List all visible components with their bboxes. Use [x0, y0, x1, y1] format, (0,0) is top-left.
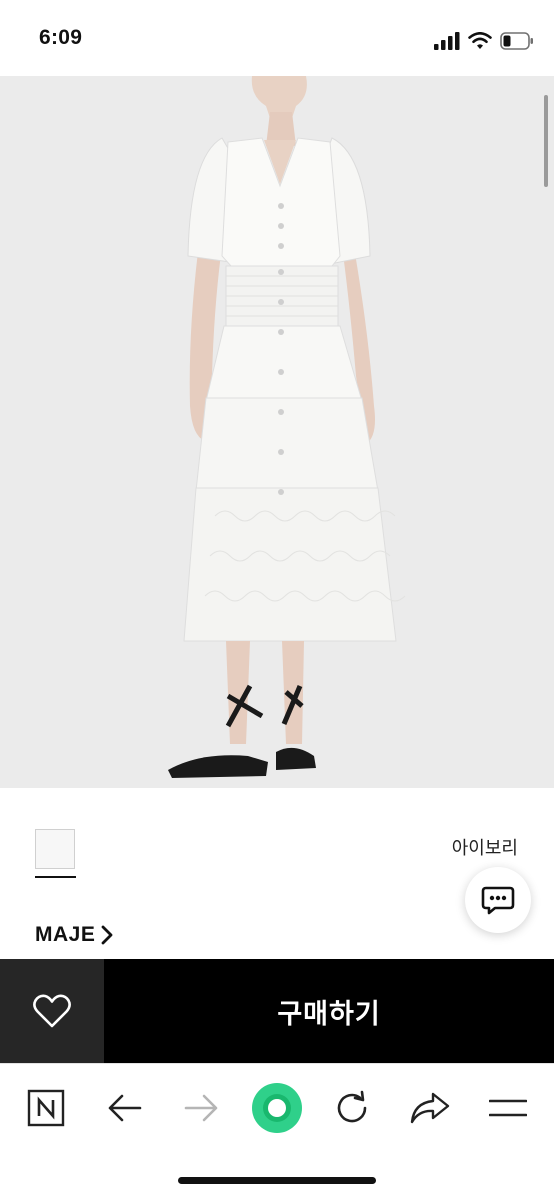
share-icon — [410, 1092, 450, 1124]
naver-n-icon — [27, 1089, 65, 1127]
home-indicator — [178, 1177, 376, 1184]
product-photo-illustration — [0, 76, 554, 788]
status-time: 6:09 — [39, 26, 83, 49]
chat-button[interactable] — [465, 867, 531, 933]
refresh-button[interactable] — [332, 1086, 372, 1130]
color-option-label: 아이보리 — [451, 838, 518, 859]
back-button[interactable] — [104, 1086, 144, 1130]
swatch-selected-underline — [35, 876, 76, 878]
status-bar: 6:09 — [0, 0, 554, 76]
share-button[interactable] — [408, 1086, 452, 1130]
browser-toolbar — [0, 1063, 554, 1163]
naver-home-button[interactable] — [26, 1086, 66, 1130]
scroll-indicator — [544, 95, 548, 187]
menu-button[interactable] — [488, 1086, 528, 1130]
chevron-right-icon — [101, 925, 113, 945]
signal-icon — [434, 32, 460, 50]
heart-icon — [33, 994, 71, 1028]
refresh-icon — [337, 1090, 367, 1123]
brand-link[interactable]: MAJE — [35, 923, 113, 947]
purchase-bar: 구매하기 — [0, 959, 554, 1063]
menu-icon — [489, 1099, 527, 1117]
forward-arrow-icon — [184, 1094, 218, 1122]
wifi-icon — [468, 32, 492, 49]
chat-bubble-icon — [481, 886, 515, 915]
brand-name: MAJE — [35, 923, 96, 946]
wishlist-button[interactable] — [0, 959, 104, 1063]
green-home-icon — [252, 1083, 302, 1133]
forward-button[interactable] — [182, 1086, 222, 1130]
status-icons — [434, 30, 534, 52]
back-arrow-icon — [108, 1094, 142, 1122]
buy-button[interactable]: 구매하기 — [104, 959, 554, 1063]
battery-icon — [500, 32, 533, 50]
product-image[interactable] — [0, 76, 554, 788]
green-home-button[interactable] — [251, 1082, 303, 1134]
color-swatch-ivory[interactable] — [35, 829, 75, 869]
